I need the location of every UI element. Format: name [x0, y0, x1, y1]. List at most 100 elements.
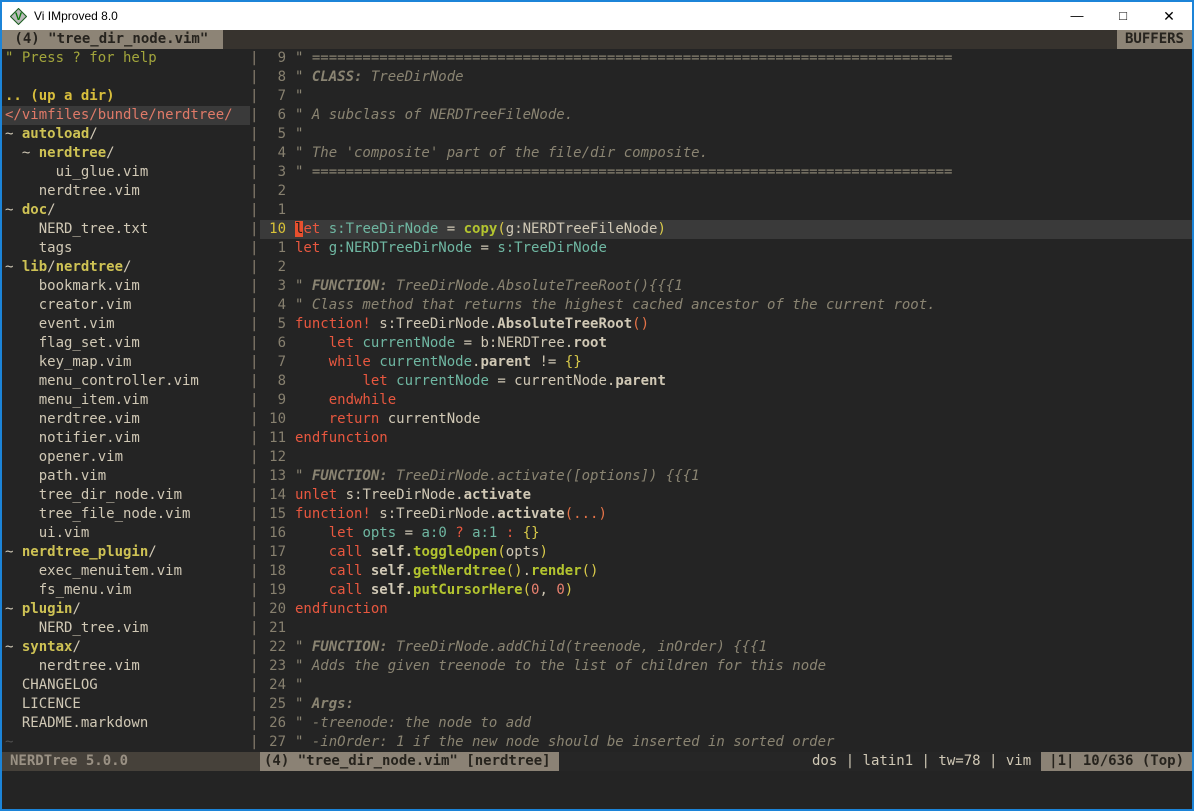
code-line[interactable]: 19 call self.putCursorHere(0, 0) [260, 581, 1192, 600]
code-line[interactable]: 23" Adds the given treenode to the list … [260, 657, 1192, 676]
code-line[interactable]: 8 let currentNode = currentNode.parent [260, 372, 1192, 391]
code-line[interactable]: 1let g:NERDTreeDirNode = s:TreeDirNode [260, 239, 1192, 258]
tree-item[interactable]: ~ lib/nerdtree/ [2, 258, 250, 277]
tree-item[interactable]: opener.vim [2, 448, 250, 467]
code-line[interactable]: 9" =====================================… [260, 49, 1192, 68]
statusline-fileinfo: dos | latin1 | tw=78 | vim [812, 752, 1041, 771]
tree-item[interactable]: exec_menuitem.vim [2, 562, 250, 581]
tab-active-buffer[interactable]: (4) "tree_dir_node.vim" [2, 30, 223, 49]
code-line[interactable]: 5function! s:TreeDirNode.AbsoluteTreeRoo… [260, 315, 1192, 334]
code-line[interactable]: 26" -treenode: the node to add [260, 714, 1192, 733]
minimize-icon[interactable]: — [1054, 2, 1100, 30]
statusline-filename: (4) "tree_dir_node.vim" [nerdtree] [260, 752, 559, 771]
tree-item[interactable] [2, 68, 250, 87]
code-line[interactable]: 4" Class method that returns the highest… [260, 296, 1192, 315]
tree-item[interactable]: .. (up a dir) [2, 87, 250, 106]
tree-item[interactable]: ui_glue.vim [2, 163, 250, 182]
token [295, 544, 329, 560]
tree-item[interactable]: ~ nerdtree/ [2, 144, 250, 163]
code-line[interactable]: 7 while currentNode.parent != {} [260, 353, 1192, 372]
tree-item[interactable]: event.vim [2, 315, 250, 334]
tree-item[interactable]: ~ autoload/ [2, 125, 250, 144]
code-line[interactable]: 6 let currentNode = b:NERDTree.root [260, 334, 1192, 353]
code-line[interactable]: 7" [260, 87, 1192, 106]
code-line[interactable]: 17 call self.toggleOpen(opts) [260, 543, 1192, 562]
tree-item[interactable]: LICENCE [2, 695, 250, 714]
tree-item[interactable]: ~ syntax/ [2, 638, 250, 657]
token [362, 563, 370, 579]
code-line[interactable]: 11endfunction [260, 429, 1192, 448]
tree-item[interactable]: tree_dir_node.vim [2, 486, 250, 505]
code-line[interactable]: 3" FUNCTION: TreeDirNode.AbsoluteTreeRoo… [260, 277, 1192, 296]
maximize-icon[interactable]: □ [1100, 2, 1146, 30]
tree-item[interactable]: CHANGELOG [2, 676, 250, 695]
line-number: 21 [260, 619, 286, 638]
tree-item[interactable]: menu_controller.vim [2, 372, 250, 391]
code-line[interactable]: 10 return currentNode [260, 410, 1192, 429]
tree-item[interactable]: tree_file_node.vim [2, 505, 250, 524]
tree-item[interactable]: " Press ? for help [2, 49, 250, 68]
token: function! [295, 506, 371, 522]
line-number: 2 [260, 258, 286, 277]
tree-item[interactable]: NERD_tree.txt [2, 220, 250, 239]
code-line[interactable]: 15function! s:TreeDirNode.activate(...) [260, 505, 1192, 524]
tab-bar: (4) "tree_dir_node.vim" BUFFERS [2, 30, 1192, 49]
code-line[interactable]: 5" [260, 125, 1192, 144]
token: activate [464, 487, 531, 503]
tree-item[interactable]: nerdtree.vim [2, 657, 250, 676]
code-line[interactable]: 3" =====================================… [260, 163, 1192, 182]
vim-icon: V [10, 8, 27, 25]
code-line[interactable]: 20endfunction [260, 600, 1192, 619]
token: ui.vim [39, 525, 90, 541]
tree-item[interactable]: flag_set.vim [2, 334, 250, 353]
tree-item[interactable]: ~ nerdtree_plugin/ [2, 543, 250, 562]
code-line[interactable]: 4" The 'composite' part of the file/dir … [260, 144, 1192, 163]
code-line[interactable]: 9 endwhile [260, 391, 1192, 410]
separator-pipe: | [250, 638, 260, 657]
tree-item[interactable]: key_map.vim [2, 353, 250, 372]
line-number: 5 [260, 125, 286, 144]
tree-item[interactable]: menu_item.vim [2, 391, 250, 410]
tree-item[interactable]: fs_menu.vim [2, 581, 250, 600]
code-line[interactable]: 25" Args: [260, 695, 1192, 714]
token: </vimfiles/bundle/nerdtree/ [5, 107, 233, 123]
tree-item[interactable]: bookmark.vim [2, 277, 250, 296]
token: nerdtree_plugin [22, 544, 148, 560]
code-line[interactable]: 1 [260, 201, 1192, 220]
tree-item[interactable]: NERD_tree.vim [2, 619, 250, 638]
code-line[interactable]: 21 [260, 619, 1192, 638]
tree-item[interactable]: nerdtree.vim [2, 182, 250, 201]
code-line[interactable]: 6" A subclass of NERDTreeFileNode. [260, 106, 1192, 125]
token: plugin [22, 601, 73, 617]
code-line[interactable]: 22" FUNCTION: TreeDirNode.addChild(treen… [260, 638, 1192, 657]
tree-item[interactable]: notifier.vim [2, 429, 250, 448]
tree-item[interactable]: nerdtree.vim [2, 410, 250, 429]
code-line[interactable]: 27" -inOrder: 1 if the new node should b… [260, 733, 1192, 752]
window-separator[interactable]: ||||||||||||||||||||||||||||||||||||| [250, 49, 260, 752]
tree-item[interactable]: README.markdown [2, 714, 250, 733]
line-text: while currentNode.parent != {} [295, 353, 1192, 372]
code-line[interactable]: 18 call self.getNerdtree().render() [260, 562, 1192, 581]
code-line[interactable]: 13" FUNCTION: TreeDirNode.activate([opti… [260, 467, 1192, 486]
tree-item[interactable]: ~ doc/ [2, 201, 250, 220]
code-line[interactable]: 16 let opts = a:0 ? a:1 : {} [260, 524, 1192, 543]
code-line[interactable]: 2 [260, 258, 1192, 277]
token [5, 468, 39, 484]
command-line[interactable] [2, 771, 1192, 809]
code-line[interactable]: 24" [260, 676, 1192, 695]
tree-item[interactable]: path.vim [2, 467, 250, 486]
tree-item[interactable]: ~ plugin/ [2, 600, 250, 619]
token: FUNCTION: [312, 639, 388, 655]
tree-item[interactable]: ~ [2, 733, 250, 752]
tree-item[interactable]: creator.vim [2, 296, 250, 315]
tree-item[interactable]: ui.vim [2, 524, 250, 543]
tree-item[interactable]: </vimfiles/bundle/nerdtree/ [2, 106, 250, 125]
code-line[interactable]: 8" CLASS: TreeDirNode [260, 68, 1192, 87]
token: " -inOrder: 1 if the new node should be … [295, 734, 834, 750]
code-line[interactable]: 2 [260, 182, 1192, 201]
code-line[interactable]: 12 [260, 448, 1192, 467]
close-icon[interactable]: ✕ [1146, 2, 1192, 30]
tree-item[interactable]: tags [2, 239, 250, 258]
code-line[interactable]: 10let s:TreeDirNode = copy(g:NERDTreeFil… [260, 220, 1192, 239]
code-line[interactable]: 14unlet s:TreeDirNode.activate [260, 486, 1192, 505]
